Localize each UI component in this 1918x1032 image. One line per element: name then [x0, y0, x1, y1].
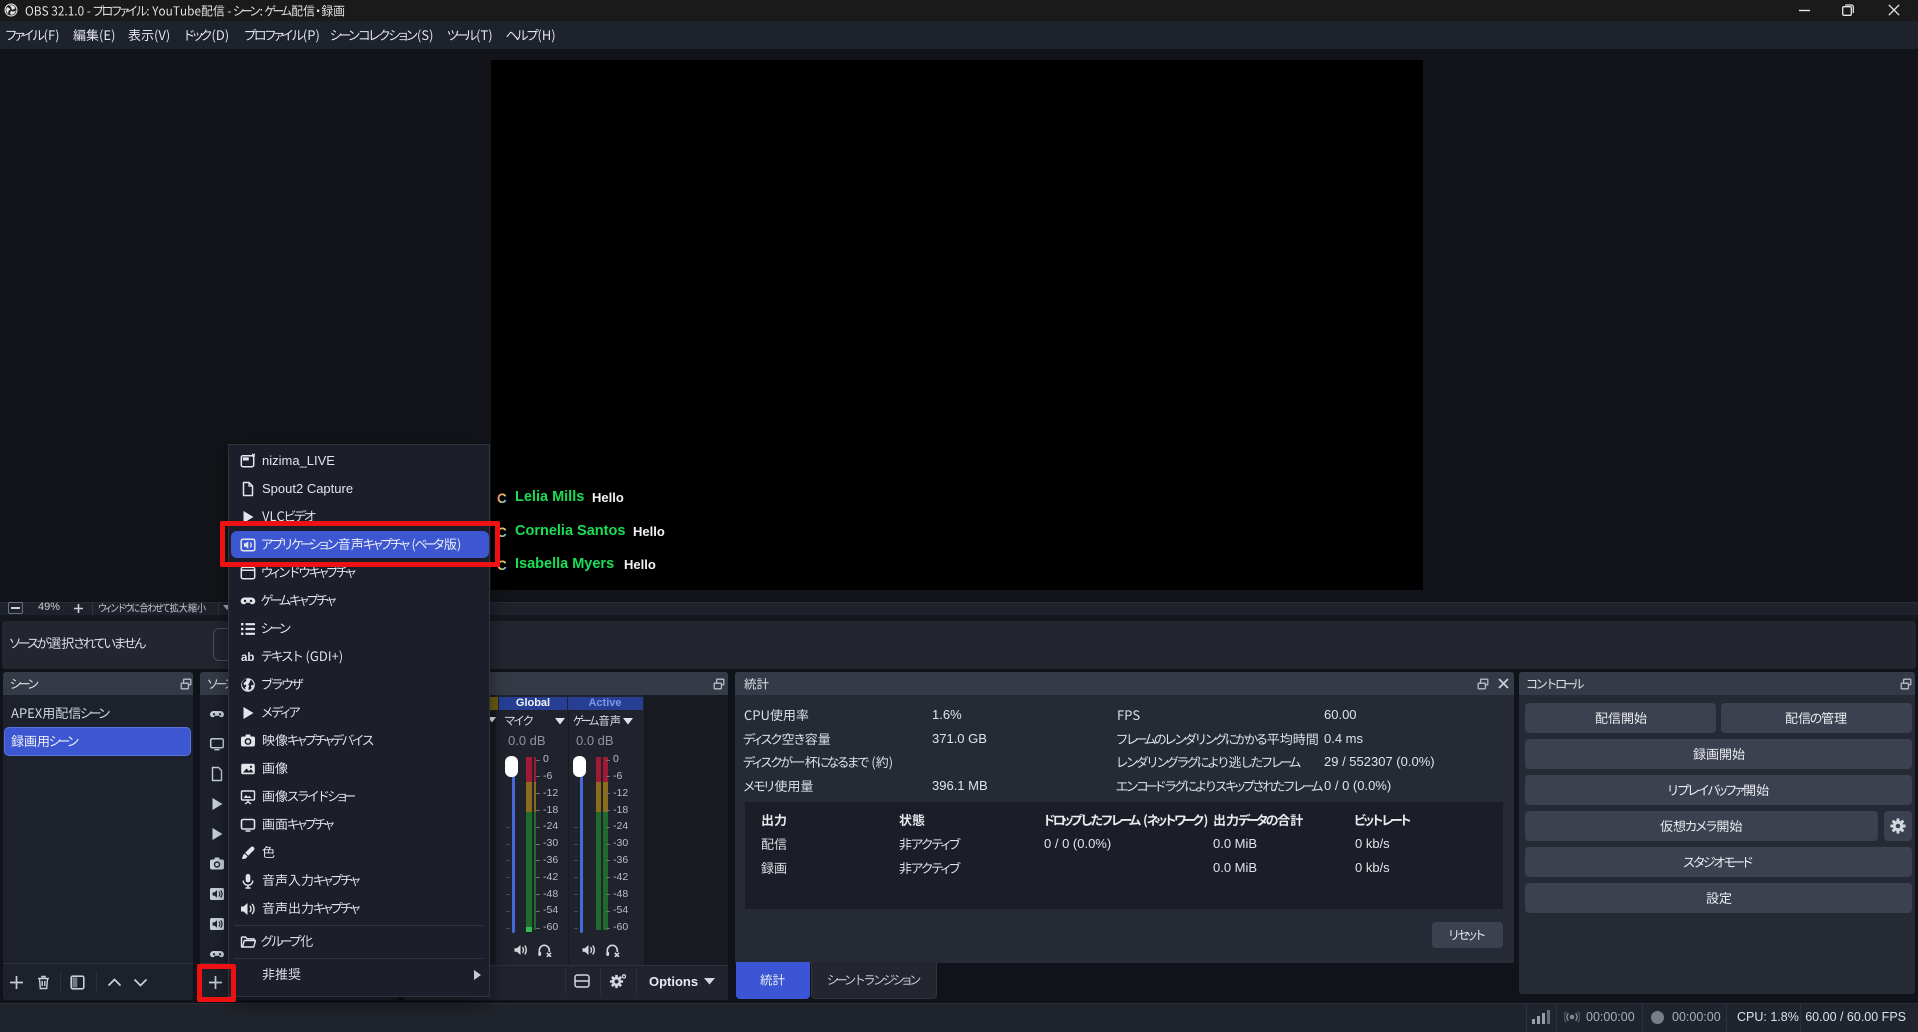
- svg-text:C: C: [497, 491, 507, 505]
- svg-text:ab: ab: [241, 652, 254, 664]
